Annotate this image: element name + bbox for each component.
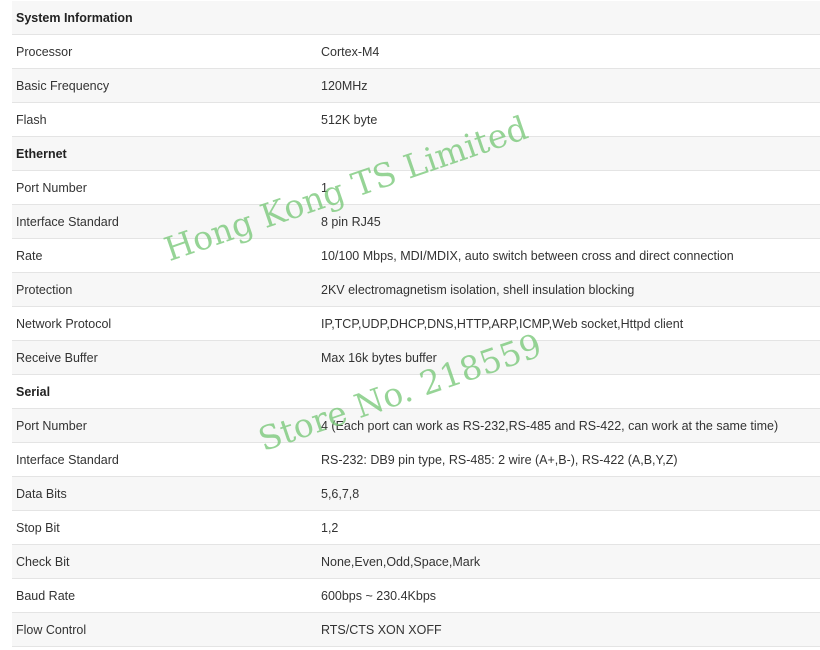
table-row: Rate 10/100 Mbps, MDI/MDIX, auto switch … bbox=[12, 238, 820, 273]
table-row: Port Number 4 (Each port can work as RS-… bbox=[12, 408, 820, 443]
spec-label: Flash bbox=[12, 102, 317, 137]
spec-value: 8 pin RJ45 bbox=[317, 204, 820, 239]
table-row: Check Bit None,Even,Odd,Space,Mark bbox=[12, 544, 820, 579]
spec-label: Check Bit bbox=[12, 544, 317, 579]
spec-value: 600bps ~ 230.4Kbps bbox=[317, 578, 820, 613]
spec-value: 512K byte bbox=[317, 102, 820, 137]
spec-label: Data Bits bbox=[12, 476, 317, 511]
spec-value: 2KV electromagnetism isolation, shell in… bbox=[317, 272, 820, 307]
spec-value: None,Even,Odd,Space,Mark bbox=[317, 544, 820, 579]
section-spacer bbox=[317, 1, 820, 35]
section-title: Ethernet bbox=[12, 136, 317, 171]
table-row: Processor Cortex-M4 bbox=[12, 34, 820, 69]
table-row: Port Number 1 bbox=[12, 170, 820, 205]
table-row: Protection 2KV electromagnetism isolatio… bbox=[12, 272, 820, 307]
spec-value: Cortex-M4 bbox=[317, 34, 820, 69]
spec-table: System Information Processor Cortex-M4 B… bbox=[12, 1, 820, 647]
spec-value: Max 16k bytes buffer bbox=[317, 340, 820, 375]
spec-label: Stop Bit bbox=[12, 510, 317, 545]
table-row: Interface Standard 8 pin RJ45 bbox=[12, 204, 820, 239]
table-row: Network Protocol IP,TCP,UDP,DHCP,DNS,HTT… bbox=[12, 306, 820, 341]
table-row: Flow Control RTS/CTS XON XOFF bbox=[12, 612, 820, 647]
section-spacer bbox=[317, 374, 820, 409]
spec-value: RS-232: DB9 pin type, RS-485: 2 wire (A+… bbox=[317, 442, 820, 477]
spec-label: Port Number bbox=[12, 408, 317, 443]
spec-label: Network Protocol bbox=[12, 306, 317, 341]
spec-label: Port Number bbox=[12, 170, 317, 205]
table-row: Basic Frequency 120MHz bbox=[12, 68, 820, 103]
spec-label: Basic Frequency bbox=[12, 68, 317, 103]
table-row: Flash 512K byte bbox=[12, 102, 820, 137]
table-row: Data Bits 5,6,7,8 bbox=[12, 476, 820, 511]
section-header-serial: Serial bbox=[12, 374, 820, 409]
spec-value: 10/100 Mbps, MDI/MDIX, auto switch betwe… bbox=[317, 238, 820, 273]
table-row: Baud Rate 600bps ~ 230.4Kbps bbox=[12, 578, 820, 613]
section-header-ethernet: Ethernet bbox=[12, 136, 820, 171]
spec-value: 1 bbox=[317, 170, 820, 205]
section-header-system-information: System Information bbox=[12, 1, 820, 35]
spec-value: 120MHz bbox=[317, 68, 820, 103]
spec-label: Baud Rate bbox=[12, 578, 317, 613]
spec-value: IP,TCP,UDP,DHCP,DNS,HTTP,ARP,ICMP,Web so… bbox=[317, 306, 820, 341]
spec-label: Flow Control bbox=[12, 612, 317, 647]
spec-label: Receive Buffer bbox=[12, 340, 317, 375]
spec-label: Interface Standard bbox=[12, 204, 317, 239]
section-spacer bbox=[317, 136, 820, 171]
section-title: System Information bbox=[12, 1, 317, 35]
table-row: Stop Bit 1,2 bbox=[12, 510, 820, 545]
spec-value: RTS/CTS XON XOFF bbox=[317, 612, 820, 647]
spec-label: Rate bbox=[12, 238, 317, 273]
spec-value: 5,6,7,8 bbox=[317, 476, 820, 511]
spec-label: Interface Standard bbox=[12, 442, 317, 477]
spec-label: Protection bbox=[12, 272, 317, 307]
spec-label: Processor bbox=[12, 34, 317, 69]
table-row: Interface Standard RS-232: DB9 pin type,… bbox=[12, 442, 820, 477]
table-row: Receive Buffer Max 16k bytes buffer bbox=[12, 340, 820, 375]
spec-value: 4 (Each port can work as RS-232,RS-485 a… bbox=[317, 408, 820, 443]
spec-value: 1,2 bbox=[317, 510, 820, 545]
section-title: Serial bbox=[12, 374, 317, 409]
